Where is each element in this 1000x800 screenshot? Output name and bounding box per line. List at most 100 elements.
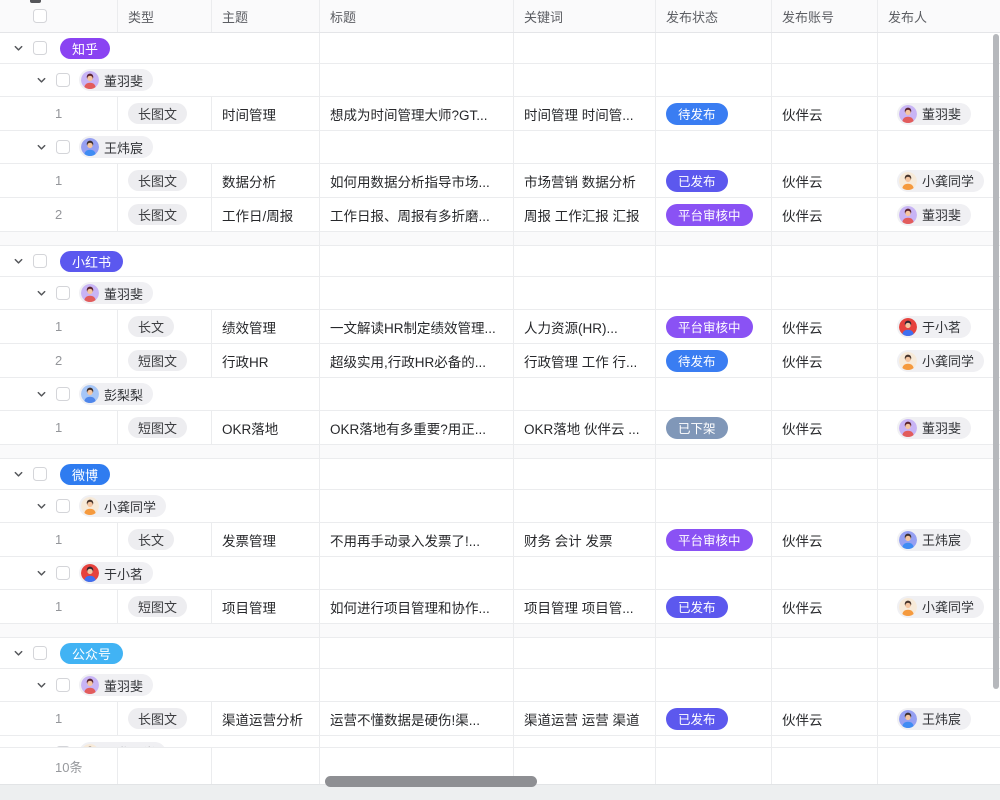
group-checkbox[interactable] [56,678,70,692]
empty-cell [878,638,1000,668]
empty-cell [320,33,514,63]
publisher-pill[interactable]: 董羽斐 [897,204,971,226]
empty-cell [514,459,656,489]
person-name: 王炜宸 [922,709,961,728]
author-group-cell: 小龚同学 [0,736,320,748]
platform-group-row: 微博 [0,459,1000,490]
table-row[interactable]: 2长图文工作日/周报工作日报、周报有多折磨...周报 工作汇报 汇报平台审核中伙… [0,198,1000,232]
type-cell: 长文 [118,310,212,343]
table-row[interactable]: 2短图文行政HR超级实用,行政HR必备的...行政管理 工作 行...待发布伙伴… [0,344,1000,378]
topic-cell: 工作日/周报 [212,198,320,231]
type-badge: 长图文 [128,204,187,225]
row-index-cell: 2 [0,344,118,377]
chevron-down-icon[interactable] [13,43,24,54]
author-pill[interactable]: 董羽斐 [79,282,153,304]
status-badge: 已发布 [666,596,728,618]
table-row[interactable]: 1短图文OKR落地OKR落地有多重要?用正...OKR落地 伙伴云 ...已下架… [0,411,1000,445]
author-pill[interactable]: 小龚同学 [79,495,166,517]
group-checkbox[interactable] [33,467,47,481]
type-cell: 长文 [118,523,212,556]
table-row[interactable]: 1长图文数据分析如何用数据分析指导市场...市场营销 数据分析已发布伙伴云小龚同… [0,164,1000,198]
keywords-cell-text: 渠道运营 运营 渠道 [524,709,640,729]
vertical-scrollbar-thumb[interactable] [993,34,999,689]
col-header-type: 类型 [118,0,212,32]
empty-cell [772,490,878,522]
group-checkbox[interactable] [33,646,47,660]
publisher-pill[interactable]: 小龚同学 [897,350,984,372]
empty-cell [320,624,514,637]
publisher-pill[interactable]: 董羽斐 [897,417,971,439]
type-badge: 长文 [128,529,174,550]
chevron-down-icon[interactable] [36,501,47,512]
empty-cell [514,624,656,637]
avatar [81,676,99,694]
table-row[interactable]: 1长图文渠道运营分析运营不懂数据是硬伤!渠...渠道运营 运营 渠道已发布伙伴云… [0,702,1000,736]
table-row[interactable]: 1短图文项目管理如何进行项目管理和协作...项目管理 项目管...已发布伙伴云小… [0,590,1000,624]
footer-cell [878,748,1000,784]
title-cell-text: 一文解读HR制定绩效管理... [330,317,496,337]
row-number: 1 [55,599,62,614]
keywords-cell-text: OKR落地 伙伴云 ... [524,418,640,438]
author-pill[interactable]: 董羽斐 [79,69,153,91]
chevron-down-icon[interactable] [36,680,47,691]
keywords-cell: 周报 工作汇报 汇报 [514,198,656,231]
author-pill[interactable]: 彭梨梨 [79,383,153,405]
empty-cell [656,490,772,522]
author-group-row: 董羽斐 [0,669,1000,702]
type-badge: 长图文 [128,708,187,729]
author-pill[interactable]: 王炜宸 [79,136,153,158]
publisher-pill[interactable]: 小龚同学 [897,596,984,618]
col-header-topic: 主题 [212,0,320,32]
publisher-pill[interactable]: 小龚同学 [897,170,984,192]
platform-group-cell: 知乎 [0,33,320,63]
empty-cell [656,33,772,63]
group-checkbox[interactable] [56,73,70,87]
group-spacer-row [0,445,1000,459]
group-checkbox[interactable] [56,499,70,513]
empty-cell [656,445,772,458]
keywords-cell-text: 人力资源(HR)... [524,317,618,337]
group-checkbox[interactable] [56,286,70,300]
publisher-pill[interactable]: 王炜宸 [897,708,971,730]
empty-cell [320,378,514,410]
empty-cell [320,490,514,522]
chevron-down-icon[interactable] [13,648,24,659]
group-checkbox[interactable] [56,566,70,580]
group-checkbox[interactable] [33,41,47,55]
chevron-down-icon[interactable] [36,75,47,86]
group-checkbox[interactable] [56,387,70,401]
table-body: 知乎董羽斐1长图文时间管理想成为时间管理大师?GT...时间管理 时间管...待… [0,33,1000,748]
chevron-down-icon[interactable] [36,142,47,153]
account-text: 伙伴云 [782,317,823,337]
topic-cell-text: 时间管理 [222,104,276,124]
account-text: 伙伴云 [782,104,823,124]
row-number: 1 [55,711,62,726]
account-cell: 伙伴云 [772,590,878,623]
select-all-checkbox[interactable] [33,9,47,23]
empty-cell [878,277,1000,309]
group-checkbox[interactable] [33,254,47,268]
chevron-down-icon[interactable] [13,256,24,267]
chevron-down-icon[interactable] [13,469,24,480]
topic-cell: 渠道运营分析 [212,702,320,735]
author-pill[interactable]: 于小茗 [79,562,153,584]
horizontal-scrollbar-thumb[interactable] [325,776,537,787]
chevron-down-icon[interactable] [36,389,47,400]
account-text: 伙伴云 [782,709,823,729]
table-row[interactable]: 1长文发票管理不用再手动录入发票了!...财务 会计 发票平台审核中伙伴云王炜宸 [0,523,1000,557]
author-group-row: 王炜宸 [0,131,1000,164]
chevron-down-icon[interactable] [36,568,47,579]
author-group-cell: 于小茗 [0,557,320,589]
author-group-cell: 董羽斐 [0,669,320,701]
group-checkbox[interactable] [56,140,70,154]
status-badge: 平台审核中 [666,204,753,226]
table-row[interactable]: 1长文绩效管理一文解读HR制定绩效管理...人力资源(HR)...平台审核中伙伴… [0,310,1000,344]
table-row[interactable]: 1长图文时间管理想成为时间管理大师?GT...时间管理 时间管...待发布伙伴云… [0,97,1000,131]
publisher-pill[interactable]: 于小茗 [897,316,971,338]
author-pill[interactable]: 董羽斐 [79,674,153,696]
publisher-pill[interactable]: 董羽斐 [897,103,971,125]
person-name: 小龚同学 [922,351,974,370]
publisher-pill[interactable]: 王炜宸 [897,529,971,551]
empty-cell [320,638,514,668]
chevron-down-icon[interactable] [36,288,47,299]
